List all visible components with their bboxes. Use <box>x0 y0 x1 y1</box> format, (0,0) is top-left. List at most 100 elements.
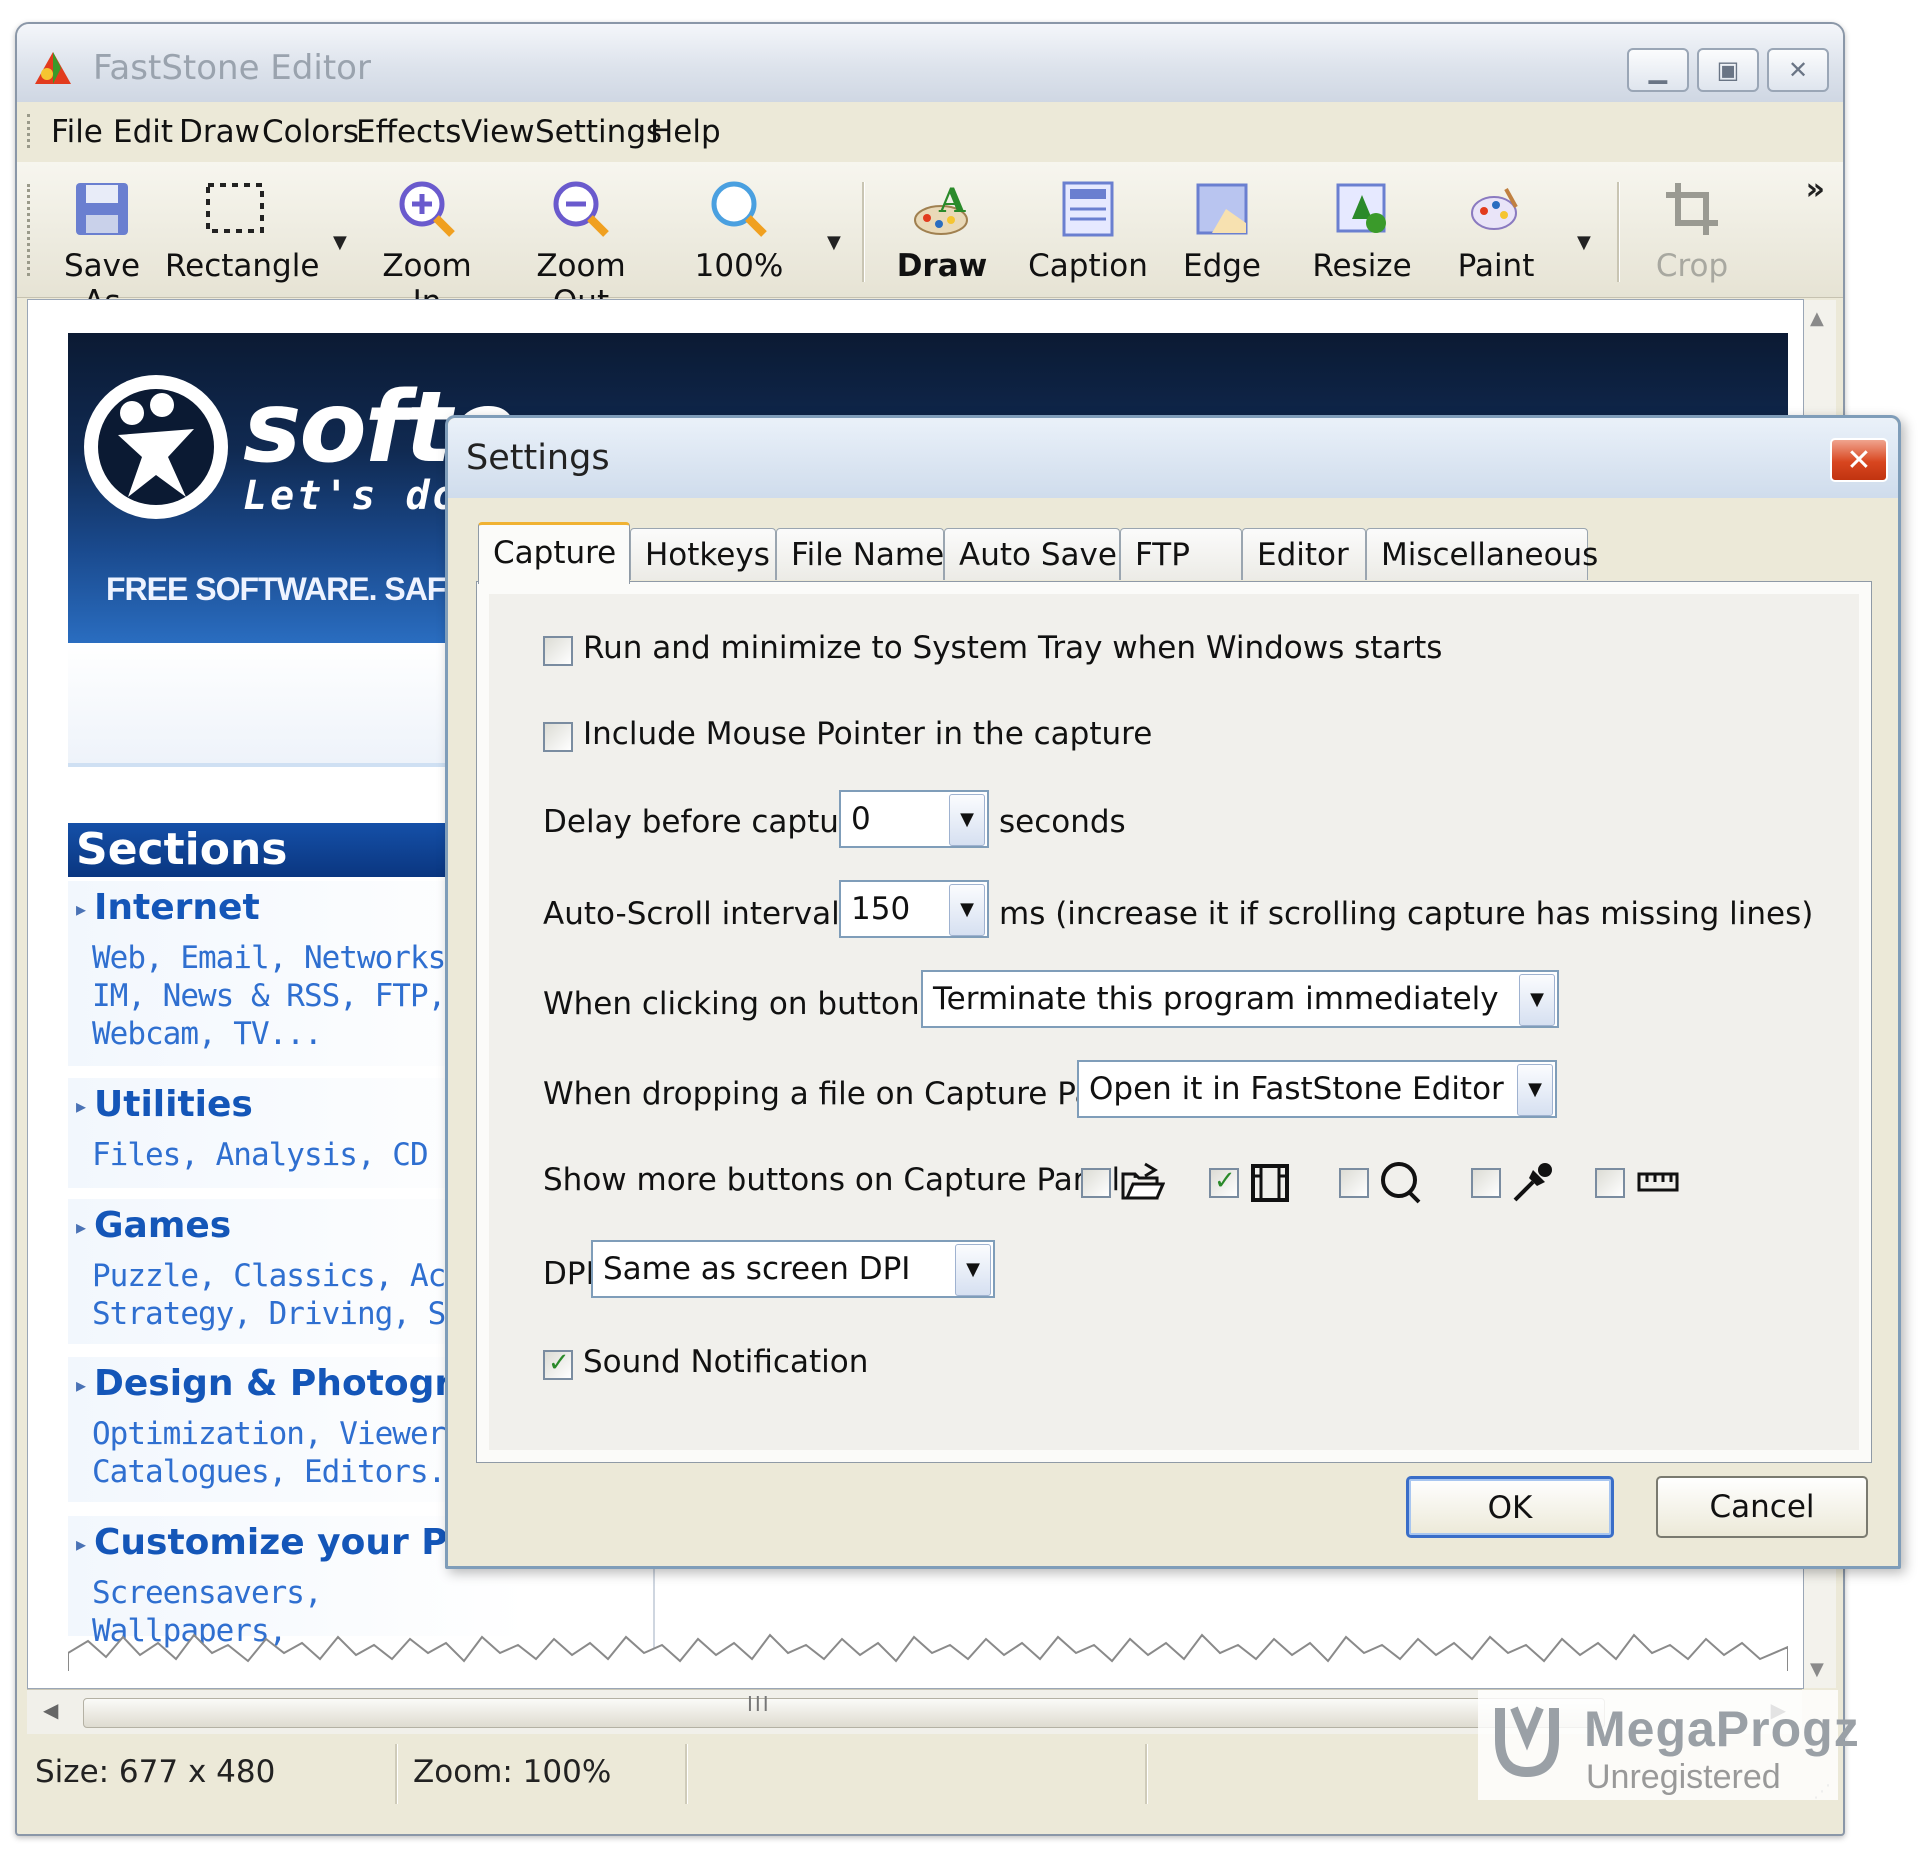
edge-button[interactable]: Edge <box>1177 176 1267 284</box>
dialog-title-bar: Settings ✕ <box>448 418 1898 498</box>
tab-auto-save[interactable]: Auto Save <box>944 528 1120 580</box>
zoom-dropdown-arrow[interactable]: ▼ <box>827 232 841 253</box>
site-logo-icon <box>84 375 228 519</box>
torn-edge-effect <box>68 1633 1788 1671</box>
more-buttons-label: Show more buttons on Capture Panel : <box>543 1162 1141 1198</box>
edge-icon <box>1189 176 1255 242</box>
film-checkbox[interactable] <box>1209 1166 1239 1198</box>
toolbar-separator <box>1617 182 1620 282</box>
drop-file-label: When dropping a file on Capture Panel : <box>543 1076 1162 1112</box>
autoscroll-combo[interactable]: 150 ▼ <box>839 880 989 938</box>
sound-checkbox[interactable] <box>543 1348 573 1380</box>
paint-button[interactable]: Paint <box>1451 176 1541 284</box>
scroll-up-arrow-icon[interactable]: ▲ <box>1810 308 1824 329</box>
color-picker-checkbox[interactable] <box>1471 1168 1501 1198</box>
resize-icon <box>1329 176 1395 242</box>
caption-button[interactable]: Caption <box>1023 176 1153 284</box>
section-title: Design & Photogra <box>94 1363 477 1404</box>
section-desc-line: IM, News & RSS, FTP, <box>92 978 446 1014</box>
menu-grip[interactable] <box>27 114 34 148</box>
scroll-down-arrow-icon[interactable]: ▼ <box>1810 1659 1824 1680</box>
section-title: Games <box>94 1205 232 1246</box>
tab-capture[interactable]: Capture <box>478 522 630 584</box>
chevron-down-icon[interactable]: ▼ <box>949 884 985 936</box>
chevron-down-icon[interactable]: ▼ <box>955 1244 991 1296</box>
maximize-button[interactable]: ▣ <box>1697 48 1759 92</box>
window-title: FastStone Editor <box>93 48 371 88</box>
menu-file[interactable]: File <box>47 114 107 150</box>
color-picker-icon <box>1513 1163 1552 1202</box>
ok-button[interactable]: OK <box>1406 1476 1614 1538</box>
menu-colors[interactable]: Colors <box>258 114 363 150</box>
chevron-down-icon[interactable]: ▼ <box>1517 1064 1553 1116</box>
include-pointer-checkbox[interactable] <box>543 722 573 752</box>
section-desc-line: Web, Email, Networks <box>92 940 446 976</box>
section-title: Customize your PC <box>94 1522 475 1563</box>
tab-miscellaneous[interactable]: Miscellaneous <box>1366 528 1598 580</box>
watermark-logo-icon <box>1495 1706 1559 1778</box>
cancel-button[interactable]: Cancel <box>1656 1476 1868 1538</box>
tab-hotkeys[interactable]: Hotkeys <box>630 528 776 580</box>
rectangle-dropdown-arrow[interactable]: ▼ <box>333 232 347 253</box>
rectangle-button[interactable]: Rectangle <box>165 176 319 284</box>
menu-effects[interactable]: Effects <box>352 114 465 150</box>
toolbar-grip[interactable] <box>27 184 34 276</box>
capture-tab-panel: Run and minimize to System Tray when Win… <box>476 581 1872 1463</box>
status-size: Size: 677 x 480 <box>35 1754 276 1790</box>
settings-dialog: Settings ✕ Capture Hotkeys File Name Aut… <box>445 415 1901 1569</box>
dpi-combo[interactable]: Same as screen DPI ▼ <box>591 1240 995 1298</box>
close-button[interactable]: ✕ <box>1767 48 1829 92</box>
status-zoom: Zoom: 100% <box>413 1754 612 1790</box>
minimize-button[interactable]: ▁ <box>1627 48 1689 92</box>
caret-right-icon: ▸ <box>76 1532 87 1556</box>
crop-button[interactable]: Crop <box>1642 176 1742 284</box>
section-title: Internet <box>94 887 260 928</box>
caret-right-icon: ▸ <box>76 1094 87 1118</box>
chevron-down-icon[interactable]: ▼ <box>1519 974 1555 1026</box>
menu-view[interactable]: View <box>457 114 539 150</box>
menu-draw[interactable]: Draw <box>175 114 264 150</box>
section-desc-line: Webcam, TV... <box>92 1016 323 1052</box>
tab-editor[interactable]: Editor <box>1242 528 1366 580</box>
magnifier-icon <box>1381 1162 1421 1204</box>
tab-ftp[interactable]: FTP <box>1120 528 1242 580</box>
open-folder-checkbox[interactable] <box>1081 1168 1111 1198</box>
menu-help[interactable]: Help <box>646 114 725 150</box>
watermark: MegaProgz Unregistered <box>1478 1690 1859 1800</box>
magnifier-checkbox[interactable] <box>1339 1168 1369 1198</box>
banner-gap <box>68 643 468 767</box>
toolbar-overflow-chevron-icon[interactable]: » <box>1806 172 1825 207</box>
dpi-value: Same as screen DPI <box>603 1251 911 1287</box>
zoom-100-button[interactable]: 100% <box>689 176 789 284</box>
include-pointer-label: Include Mouse Pointer in the capture <box>583 716 1153 752</box>
rectangle-select-icon <box>202 176 268 242</box>
click-x-value: Terminate this program immediately <box>933 981 1499 1017</box>
click-x-combo[interactable]: Terminate this program immediately ▼ <box>921 970 1559 1028</box>
run-minimize-checkbox[interactable] <box>543 636 573 666</box>
title-bar: FastStone Editor ▁ ▣ ✕ <box>17 24 1843 103</box>
caret-right-icon: ▸ <box>76 1215 87 1239</box>
horizontal-scroll-thumb[interactable] <box>83 1698 1605 1728</box>
toolbar: Save As Rectangle ▼ Zoom In Zoom Out <box>17 162 1843 320</box>
zoom-out-icon <box>548 176 614 242</box>
section-title: Utilities <box>94 1084 253 1125</box>
watermark-sub: Unregistered <box>1586 1758 1781 1796</box>
scroll-left-arrow-icon[interactable]: ◀ <box>43 1698 58 1722</box>
menu-edit[interactable]: Edit <box>109 114 177 150</box>
drop-file-combo[interactable]: Open it in FastStone Editor ▼ <box>1077 1060 1557 1118</box>
caret-right-icon: ▸ <box>76 1373 87 1397</box>
paint-icon <box>1463 176 1529 242</box>
delay-combo[interactable]: 0 ▼ <box>839 790 989 848</box>
dialog-close-button[interactable]: ✕ <box>1830 438 1888 482</box>
menu-bar: File Edit Draw Colors Effects View Setti… <box>17 102 1843 163</box>
autoscroll-suffix: ms (increase it if scrolling capture has… <box>999 896 1814 932</box>
delay-value: 0 <box>851 801 871 837</box>
tab-file-name[interactable]: File Name <box>776 528 944 580</box>
ruler-checkbox[interactable] <box>1595 1168 1625 1198</box>
paint-dropdown-arrow[interactable]: ▼ <box>1577 232 1591 253</box>
chevron-down-icon[interactable]: ▼ <box>949 794 985 846</box>
sound-label: Sound Notification <box>583 1344 869 1380</box>
autoscroll-label: Auto-Scroll interval : <box>543 896 861 932</box>
resize-button[interactable]: Resize <box>1307 176 1417 284</box>
draw-button[interactable]: A Draw <box>887 176 997 284</box>
